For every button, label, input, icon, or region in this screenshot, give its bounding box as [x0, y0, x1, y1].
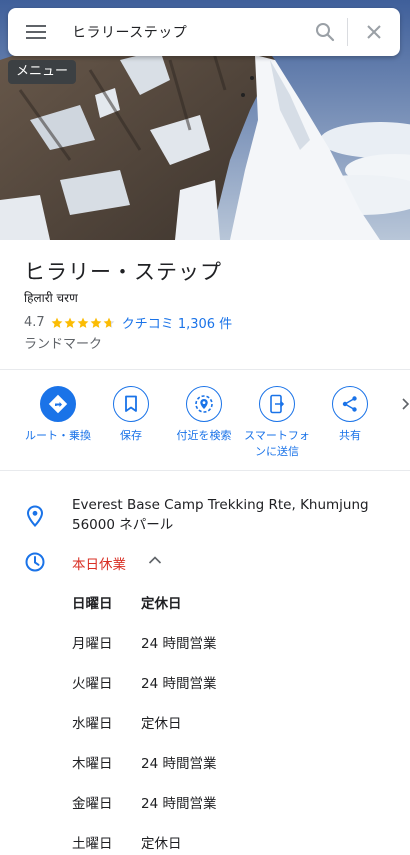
hours-row: 水曜日 定休日 — [72, 712, 312, 732]
share-label: 共有 — [339, 429, 361, 442]
hours-row: 火曜日 24 時間営業 — [72, 672, 312, 692]
menu-button[interactable] — [8, 8, 64, 56]
star-icon — [64, 317, 76, 328]
rating-stars — [51, 317, 116, 329]
send-to-phone-icon — [270, 394, 285, 414]
hours-time: 24 時間営業 — [141, 756, 217, 772]
hours-row: 金曜日 24 時間営業 — [72, 792, 312, 812]
place-category[interactable]: ランドマーク — [24, 333, 102, 352]
hours-row: 木曜日 24 時間営業 — [72, 752, 312, 772]
search-bar: ヒラリーステップ — [8, 8, 400, 56]
send-to-phone-button[interactable]: スマートフォンに送信 — [240, 386, 314, 460]
divider — [0, 369, 410, 370]
clear-search-button[interactable] — [348, 8, 400, 56]
directions-icon — [48, 394, 68, 414]
send-to-phone-label: スマートフォンに送信 — [244, 429, 310, 458]
address-text[interactable]: Everest Base Camp Trekking Rte, Khumjung… — [72, 495, 372, 535]
hours-time: 定休日 — [141, 596, 182, 612]
search-button[interactable] — [303, 8, 347, 56]
hours-time: 24 時間営業 — [141, 636, 217, 652]
chevron-up-icon[interactable] — [148, 555, 162, 565]
reviews-link[interactable]: クチコミ 1,306 件 — [122, 313, 232, 332]
rating-value: 4.7 — [24, 315, 45, 330]
chevron-right-icon[interactable] — [402, 398, 410, 410]
hours-day: 日曜日 — [72, 596, 113, 612]
hours-day: 水曜日 — [72, 716, 113, 732]
rating-row: 4.7 クチコミ 1,306 件 — [24, 313, 232, 332]
star-icon — [51, 317, 63, 328]
action-bar: ルート・乗換 保存 付近を検索 スマートフォンに送信 共有 — [0, 386, 410, 466]
hours-day: 金曜日 — [72, 796, 113, 812]
nearby-button[interactable]: 付近を検索 — [167, 386, 241, 444]
menu-tooltip: メニュー — [8, 60, 77, 84]
directions-label: ルート・乗換 — [25, 429, 91, 442]
search-icon — [316, 23, 335, 42]
close-icon — [367, 25, 381, 39]
hours-day: 木曜日 — [72, 756, 113, 772]
share-button[interactable]: 共有 — [313, 386, 387, 444]
hamburger-icon — [26, 25, 46, 39]
hours-status[interactable]: 本日休業 — [72, 553, 126, 573]
hours-time: 定休日 — [141, 716, 182, 732]
hours-time: 24 時間営業 — [141, 796, 217, 812]
clock-icon — [25, 552, 45, 572]
bookmark-icon — [125, 395, 137, 412]
hours-row: 土曜日 定休日 — [72, 832, 312, 852]
search-input[interactable]: ヒラリーステップ — [64, 22, 303, 42]
nearby-icon — [195, 395, 213, 413]
hours-time: 24 時間営業 — [141, 676, 217, 692]
hours-time: 定休日 — [141, 836, 182, 852]
star-icon — [103, 317, 115, 328]
place-title: ヒラリー・ステップ — [24, 260, 222, 284]
directions-button[interactable]: ルート・乗換 — [21, 386, 95, 444]
hours-day: 月曜日 — [72, 636, 113, 652]
hours-row: 日曜日 定休日 — [72, 592, 312, 612]
place-subtitle: हिलारी चरण — [24, 291, 78, 305]
save-button[interactable]: 保存 — [94, 386, 168, 444]
share-icon — [342, 396, 357, 412]
location-pin-icon — [26, 505, 44, 527]
hours-day: 土曜日 — [72, 836, 113, 852]
hours-day: 火曜日 — [72, 676, 113, 692]
divider — [0, 470, 410, 471]
nearby-label: 付近を検索 — [176, 429, 232, 442]
star-icon — [90, 317, 102, 328]
star-icon — [77, 317, 89, 328]
save-label: 保存 — [120, 429, 142, 442]
hours-row: 月曜日 24 時間営業 — [72, 632, 312, 652]
